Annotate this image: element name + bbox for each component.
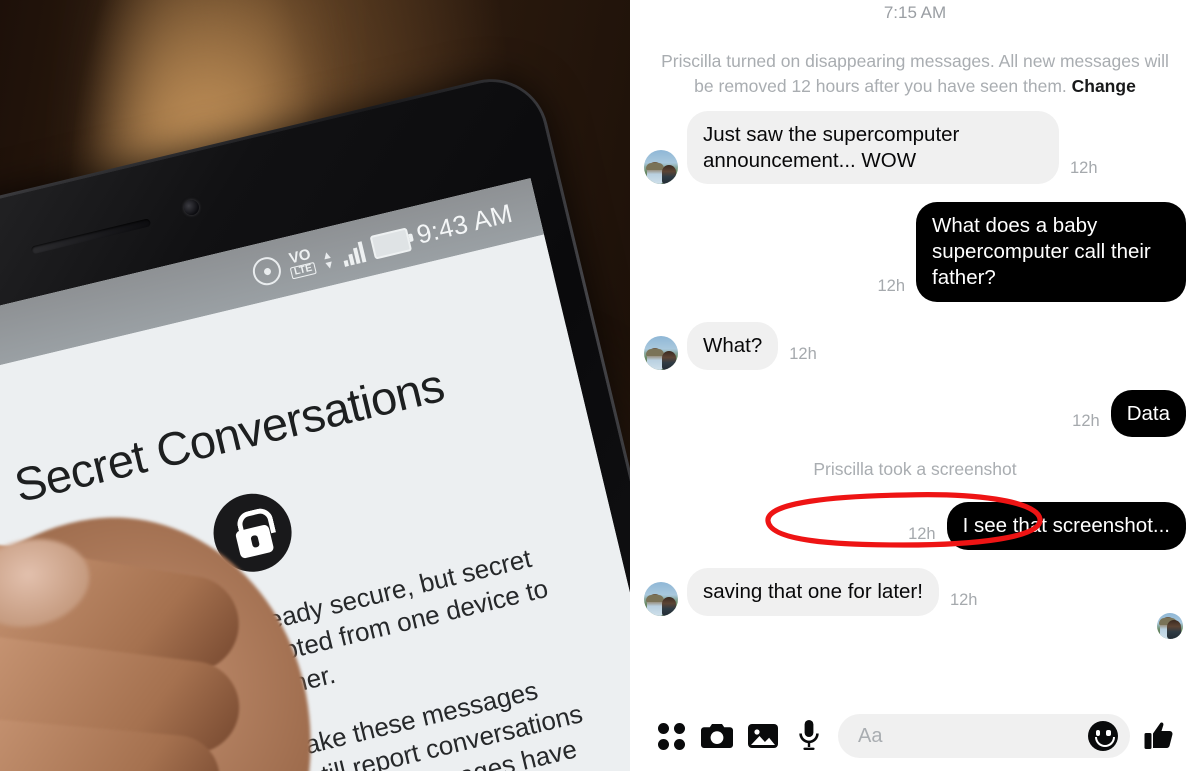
message-bubble[interactable]: What does a baby supercomputer call thei… [916, 202, 1186, 302]
seen-receipt-row [630, 612, 1200, 640]
message-row: Just saw the supercomputer announcement.… [630, 110, 1200, 185]
camera-icon[interactable] [694, 713, 740, 759]
hotspot-icon [250, 254, 285, 288]
message-row: 12h I see that screenshot... [630, 502, 1200, 551]
image-icon[interactable] [740, 713, 786, 759]
data-arrows-icon: ▲ ▼ [320, 248, 337, 273]
message-timestamp: 12h [949, 591, 978, 610]
status-bar-clock: 9:43 AM [413, 197, 516, 250]
phone-photograph: VO LTE ▲▼ 9:43 AM ✕ [0, 0, 630, 771]
message-row: 12h Data [630, 389, 1200, 438]
message-row: What? 12h [630, 321, 1200, 370]
avatar [644, 335, 678, 370]
thumbs-up-icon[interactable] [1136, 713, 1182, 759]
seen-avatar [1157, 613, 1183, 640]
message-row: saving that one for later! 12h [630, 568, 1200, 617]
message-timestamp: 12h [1072, 412, 1100, 431]
screenshot-notice: Priscilla took a screenshot [813, 459, 1017, 480]
message-row: 12h What does a baby supercomputer call … [630, 202, 1200, 302]
screenshot-root: VO LTE ▲▼ 9:43 AM ✕ [0, 0, 1200, 771]
message-input-placeholder: Aa [858, 724, 883, 747]
message-bubble[interactable]: saving that one for later! [687, 568, 939, 617]
volte-icon: VO LTE [286, 246, 317, 280]
message-timestamp: 12h [1070, 159, 1098, 178]
message-timestamp: 12h [789, 344, 817, 363]
avatar [644, 582, 678, 617]
message-bubble[interactable]: I see that screenshot... [946, 502, 1186, 551]
change-link[interactable]: Change [1072, 76, 1136, 96]
signal-bars-icon [339, 240, 366, 267]
four-dots-icon[interactable] [648, 713, 694, 759]
microphone-icon[interactable] [786, 713, 832, 759]
avatar [644, 150, 678, 185]
message-timestamp: 12h [877, 276, 905, 295]
battery-icon [369, 227, 412, 260]
message-bubble[interactable]: Just saw the supercomputer announcement.… [687, 110, 1059, 185]
message-toolbar: Aa [630, 701, 1200, 771]
message-bubble[interactable]: Data [1110, 389, 1186, 438]
disappearing-messages-notice: Priscilla turned on disappearing message… [652, 49, 1178, 99]
message-bubble[interactable]: What? [687, 321, 779, 370]
smiley-icon[interactable] [1088, 721, 1118, 751]
messenger-conversation: 7:15 AM Priscilla turned on disappearing… [630, 0, 1200, 771]
message-timestamp: 12h [908, 525, 936, 544]
conversation-timestamp: 7:15 AM [883, 3, 947, 22]
message-input[interactable]: Aa [838, 714, 1130, 758]
